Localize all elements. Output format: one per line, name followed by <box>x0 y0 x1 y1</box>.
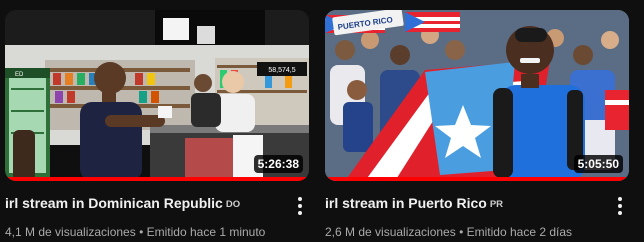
video-details: irl stream in Dominican Republic DO 4,1 M… <box>5 194 309 240</box>
video-details: irl stream in Puerto Rico PR 2,6 M de vis… <box>325 194 629 240</box>
video-title[interactable]: irl stream in Dominican Republic <box>5 195 223 211</box>
view-count: 2,6 M de visualizaciones <box>325 225 456 239</box>
upload-time: Emitido hace 1 minuto <box>146 225 266 239</box>
upload-time: Emitido hace 2 días <box>466 225 573 239</box>
watch-progress-fill <box>5 177 309 181</box>
video-thumbnail[interactable]: PUERTO RICO 5:05:50 <box>325 10 629 181</box>
video-stats: 4,1 M de visualizaciones • Emitido hace … <box>5 224 279 240</box>
meta-separator: • <box>459 225 464 239</box>
video-card[interactable]: 58,574,5 ED 5:26:38 irl stream in Domini… <box>5 10 309 240</box>
fridge-sticker-text: ED <box>15 72 24 78</box>
title-line: irl stream in Dominican Republic DO <box>5 194 279 214</box>
video-title[interactable]: irl stream in Puerto Rico <box>325 195 487 211</box>
more-options-button[interactable] <box>293 195 307 217</box>
country-badge: DO <box>225 199 241 210</box>
video-stats: 2,6 M de visualizaciones • Emitido hace … <box>325 224 599 240</box>
duration-badge: 5:26:38 <box>253 155 303 173</box>
watch-progress-bar <box>5 177 309 181</box>
watch-progress-fill <box>325 177 629 181</box>
country-badge: PR <box>489 199 504 210</box>
watch-progress-bar <box>325 177 629 181</box>
more-options-button[interactable] <box>613 195 627 217</box>
shelf-sign-text: 58,574,5 <box>268 67 295 74</box>
video-card[interactable]: PUERTO RICO 5:05:50 irl stream in Puerto… <box>325 10 629 240</box>
video-thumbnail[interactable]: 58,574,5 ED 5:26:38 <box>5 10 309 181</box>
title-line: irl stream in Puerto Rico PR <box>325 194 599 214</box>
kebab-menu-icon <box>618 197 622 201</box>
duration-badge: 5:05:50 <box>573 155 623 173</box>
kebab-menu-icon <box>298 197 302 201</box>
meta-separator: • <box>139 225 144 239</box>
view-count: 4,1 M de visualizaciones <box>5 225 136 239</box>
